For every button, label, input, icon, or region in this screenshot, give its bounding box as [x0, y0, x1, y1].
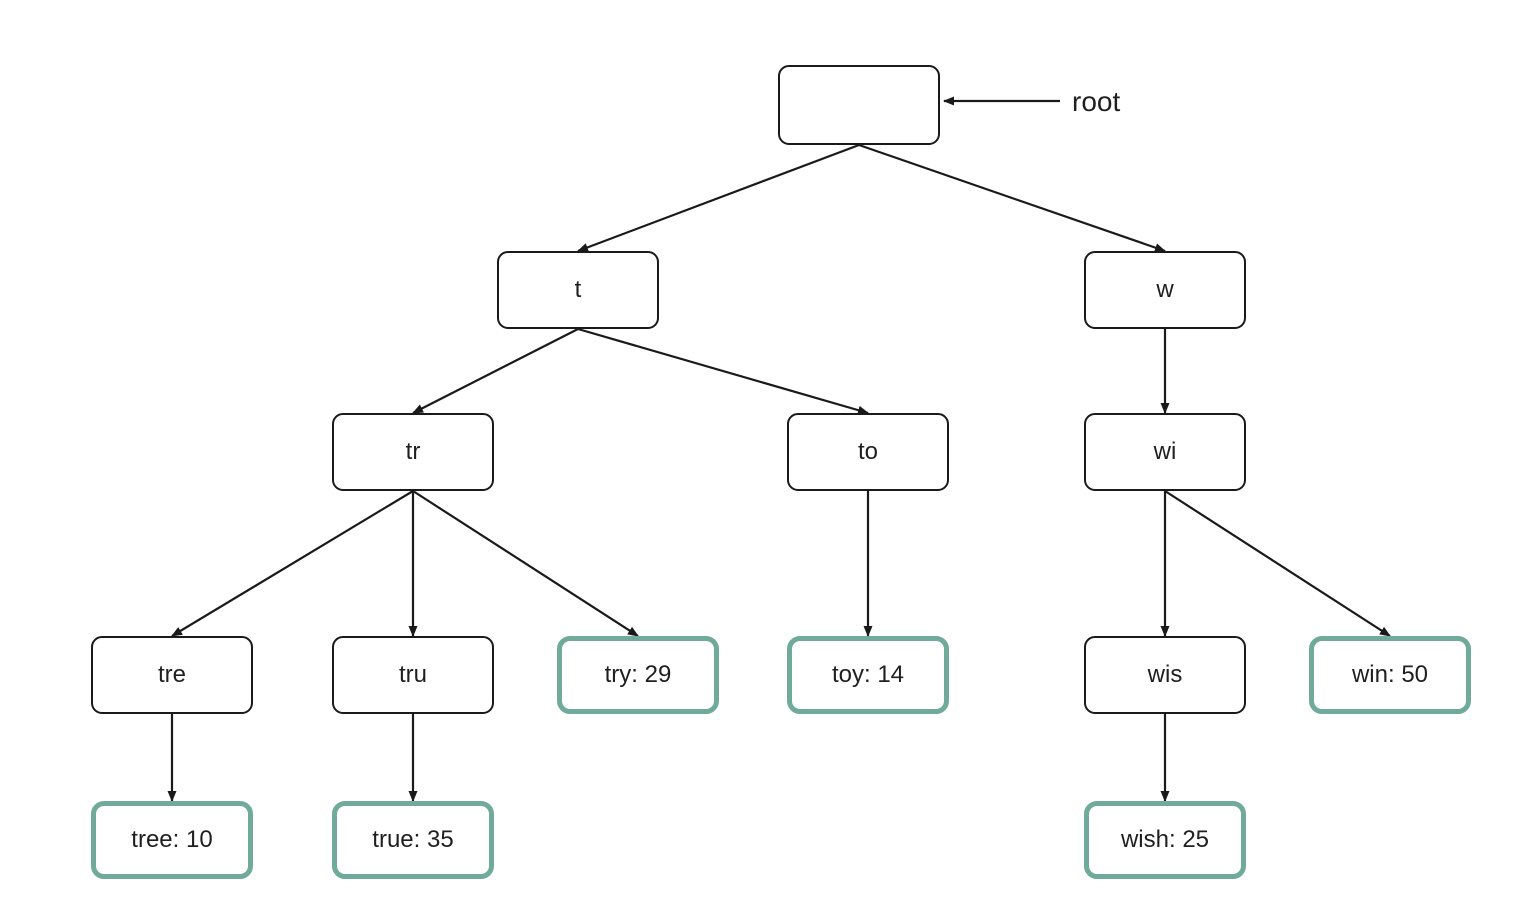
trie-node-label: try: 29	[604, 661, 672, 688]
trie-node-label: tree: 10	[131, 826, 213, 853]
trie-node-toy[interactable]: toy: 14	[787, 636, 949, 714]
trie-node-try[interactable]: try: 29	[557, 636, 719, 714]
trie-node-label: wis	[1147, 661, 1183, 688]
trie-node-w[interactable]: w	[1084, 251, 1246, 329]
trie-edge	[858, 143, 1166, 253]
trie-node-label: w	[1156, 276, 1174, 303]
trie-node-tre[interactable]: tre	[91, 636, 253, 714]
trie-node-wi[interactable]: wi	[1084, 413, 1246, 491]
edge-layer	[167, 96, 1391, 802]
trie-node-label: wi	[1153, 438, 1177, 465]
trie-node-root[interactable]	[778, 65, 940, 145]
trie-edge	[577, 143, 860, 253]
trie-node-tree[interactable]: tree: 10	[91, 801, 253, 879]
trie-node-win[interactable]: win: 50	[1309, 636, 1471, 714]
trie-node-t[interactable]: t	[497, 251, 659, 329]
trie-node-to[interactable]: to	[787, 413, 949, 491]
trie-edge	[1164, 490, 1391, 637]
trie-diagram-canvas: t w tr to wi tre tru try: 29 toy: 14 wis win: 50 tr…	[0, 0, 1518, 898]
trie-node-wish[interactable]: wish: 25	[1084, 801, 1246, 879]
trie-edge	[171, 490, 414, 637]
trie-node-label: win: 50	[1351, 661, 1429, 688]
trie-node-label: tre	[157, 661, 186, 688]
trie-edge	[412, 490, 639, 637]
trie-node-wis[interactable]: wis	[1084, 636, 1246, 714]
trie-node-label: tr	[405, 438, 421, 465]
trie-edge	[577, 327, 869, 415]
trie-node-tr[interactable]: tr	[332, 413, 494, 491]
trie-node-true[interactable]: true: 35	[332, 801, 494, 879]
trie-node-label: wish: 25	[1120, 826, 1210, 853]
trie-node-label: t	[574, 276, 582, 303]
trie-edge	[412, 328, 579, 414]
trie-node-tru[interactable]: tru	[332, 636, 494, 714]
annotation-root-annotation: root	[1072, 86, 1121, 117]
trie-node-label: true: 35	[372, 826, 454, 853]
trie-node-label: toy: 14	[831, 661, 905, 688]
trie-node-label: tru	[398, 661, 427, 688]
trie-node-label: to	[857, 438, 878, 465]
